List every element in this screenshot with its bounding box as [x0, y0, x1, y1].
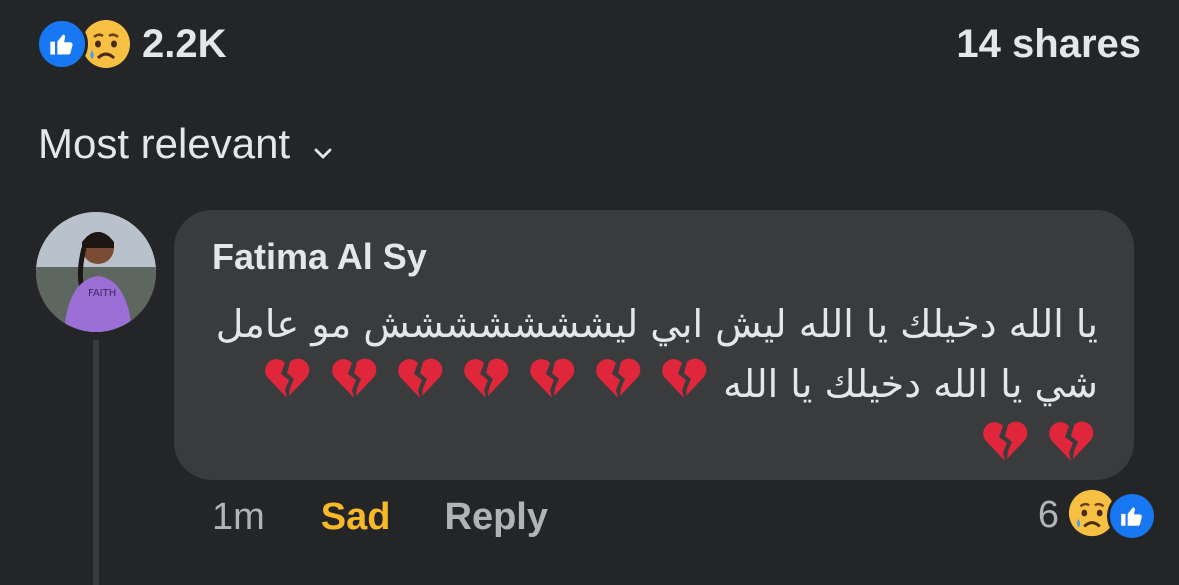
comment-bubble: Fatima Al Sy يا الله دخيلك يا الله ليش ا… — [174, 210, 1134, 480]
comment-reactions-summary[interactable]: 6 — [1038, 488, 1157, 543]
reaction-count[interactable]: 2.2K — [142, 22, 227, 67]
comment-actions: 1m Sad Reply — [212, 496, 548, 539]
comment-timestamp[interactable]: 1m — [212, 496, 265, 539]
sort-dropdown[interactable]: Most relevant — [38, 118, 332, 170]
broken-heart-icon — [594, 356, 642, 417]
chevron-down-icon — [314, 122, 332, 170]
comment-reaction-count: 6 — [1037, 494, 1059, 536]
broken-heart-icon — [1047, 419, 1095, 480]
sort-label: Most relevant — [38, 120, 291, 167]
broken-heart-icon — [660, 356, 708, 417]
broken-heart-icon — [330, 356, 378, 417]
broken-heart-icon — [528, 356, 576, 417]
thread-line — [93, 340, 99, 585]
avatar[interactable]: FAITH — [36, 212, 156, 332]
reaction-button[interactable]: Sad — [321, 496, 391, 539]
broken-heart-icon — [462, 356, 510, 417]
broken-heart-icon — [263, 356, 311, 417]
reply-button[interactable]: Reply — [445, 496, 548, 539]
comment-text: يا الله دخيلك يا الله ليش ابي ليششششششش … — [214, 294, 1098, 480]
shares-count[interactable]: 14 shares — [956, 18, 1141, 70]
svg-text:FAITH: FAITH — [88, 288, 116, 299]
comment-author[interactable]: Fatima Al Sy — [212, 236, 427, 278]
broken-heart-icon — [396, 356, 444, 417]
like-icon — [36, 18, 88, 70]
post-reactions-summary[interactable]: 2.2K — [36, 18, 227, 70]
like-icon — [1107, 490, 1157, 541]
broken-heart-icon — [981, 419, 1029, 480]
